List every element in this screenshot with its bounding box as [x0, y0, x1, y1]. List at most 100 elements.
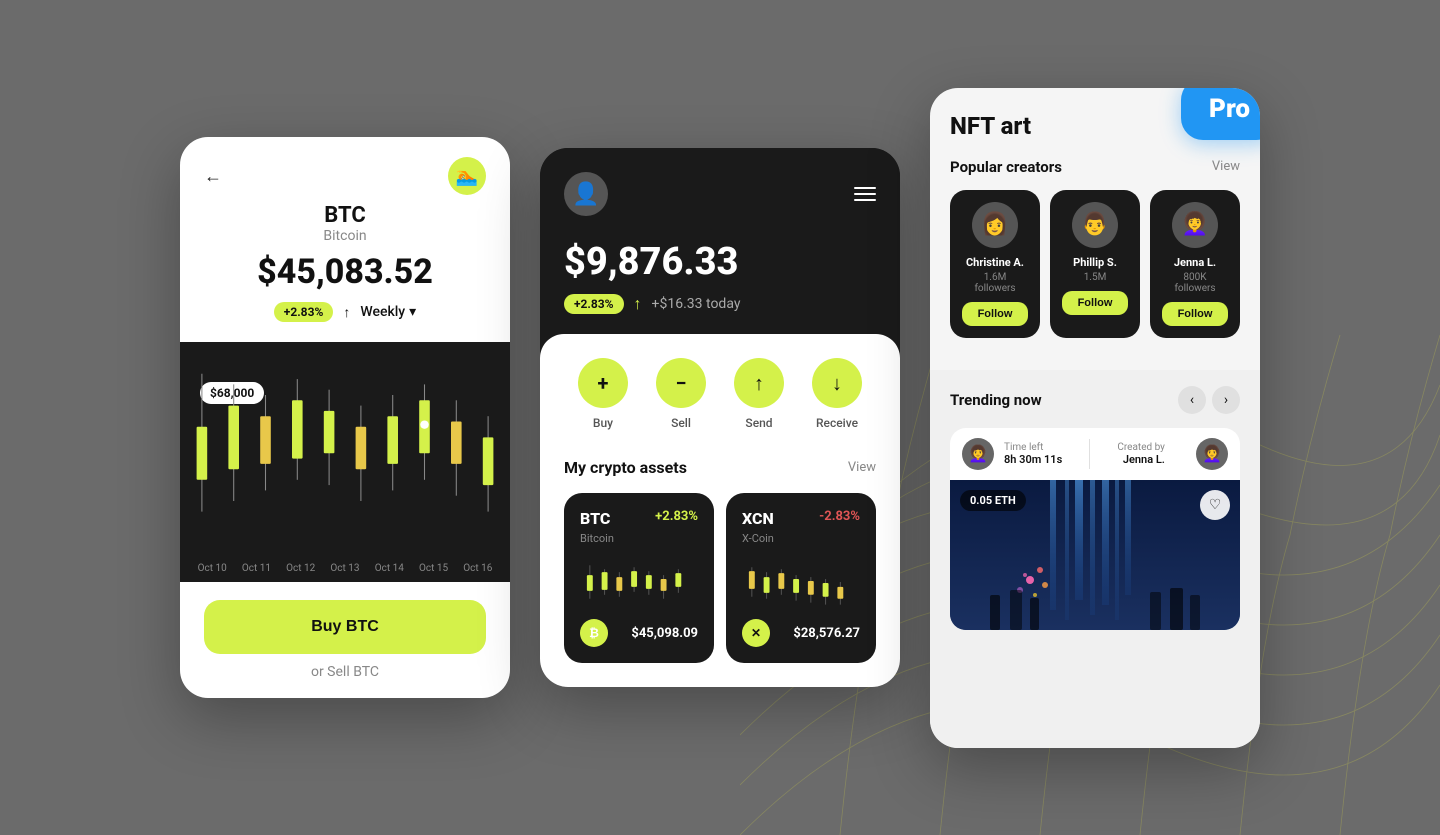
- trending-creator-avatar: 👩‍🦱: [962, 438, 994, 470]
- btc-coin-name: Bitcoin: [323, 228, 366, 244]
- nav-next-button[interactable]: ›: [1212, 386, 1240, 414]
- xcn-asset-icon: ✕: [742, 619, 770, 647]
- chart-label-oct12: Oct 12: [286, 563, 315, 574]
- btc-candlestick-chart: [180, 342, 510, 554]
- xcn-asset-name: X-Coin: [742, 532, 860, 545]
- assets-title: My crypto assets: [564, 458, 687, 477]
- chart-label-oct15: Oct 15: [419, 563, 448, 574]
- xcn-asset-card[interactable]: XCN -2.83% X-Coin: [726, 493, 876, 663]
- wallet-change-row: +2.83% ↑ +$16.33 today: [564, 294, 876, 314]
- chart-label-oct11: Oct 11: [242, 563, 271, 574]
- creator-followers-phillip: 1.5M: [1084, 272, 1107, 283]
- send-action-button[interactable]: ↑ Send: [734, 358, 784, 430]
- assets-header: My crypto assets View: [564, 458, 876, 477]
- trending-nft-image: 0.05 ETH ♡: [950, 480, 1240, 630]
- btc-arrow-up: ↑: [343, 304, 350, 321]
- receive-icon-circle: ↓: [812, 358, 862, 408]
- trending-meta-left: 👩‍🦱 Time left 8h 30m 11s: [962, 438, 1062, 470]
- creator-name-phillip: Phillip S.: [1073, 256, 1117, 269]
- btc-period-selector[interactable]: Weekly ▾: [360, 304, 416, 320]
- trending-creator-name: Jenna L.: [1123, 453, 1165, 466]
- xcn-asset-symbol: XCN: [742, 509, 774, 528]
- btc-price: $45,083.52: [257, 252, 433, 292]
- sell-btc-link[interactable]: or Sell BTC: [311, 664, 379, 680]
- trending-card[interactable]: 👩‍🦱 Time left 8h 30m 11s Created by Jenn…: [950, 428, 1240, 630]
- sell-icon-circle: −: [656, 358, 706, 408]
- wallet-arrow-icon: ↑: [634, 294, 642, 314]
- btc-asset-name: Bitcoin: [580, 532, 698, 545]
- xcn-asset-footer: ✕ $28,576.27: [742, 619, 860, 647]
- wallet-user-avatar: 👤: [564, 172, 608, 216]
- trending-section: Trending now ‹ › 👩‍🦱 Time left 8h 30m 11…: [930, 370, 1260, 748]
- wallet-balance: $9,876.33: [564, 240, 876, 284]
- menu-line-1: [854, 187, 876, 189]
- btc-coin-symbol: BTC: [324, 203, 365, 228]
- btc-chart-area: $68,000: [180, 342, 510, 582]
- action-buttons-row: + Buy − Sell ↑ Send ↓ Receive: [564, 358, 876, 430]
- creator-card-jenna: 👩‍🦱 Jenna L. 800K followers Follow: [1150, 190, 1240, 338]
- wallet-header: 👤: [564, 172, 876, 216]
- xcn-asset-change: -2.83%: [819, 509, 860, 524]
- receive-action-label: Receive: [816, 416, 858, 430]
- eth-price-badge: 0.05 ETH: [960, 490, 1026, 511]
- popular-creators-view[interactable]: View: [1212, 159, 1240, 174]
- btc-asset-icon: ₿: [580, 619, 608, 647]
- creators-row: 👩 Christine A. 1.6M followers Follow 👨 P…: [950, 190, 1240, 338]
- buy-icon-circle: +: [578, 358, 628, 408]
- wallet-change-text: +$16.33 today: [652, 296, 741, 312]
- sell-action-button[interactable]: − Sell: [656, 358, 706, 430]
- menu-button[interactable]: [854, 187, 876, 201]
- follow-button-jenna[interactable]: Follow: [1162, 302, 1228, 326]
- nft-card: Pro NFT art Popular creators View 👩 Chri…: [930, 88, 1260, 748]
- btc-asset-header: BTC +2.83%: [580, 509, 698, 528]
- chart-label-oct10: Oct 10: [198, 563, 227, 574]
- wallet-top-section: 👤 $9,876.33 +2.83% ↑ +$16.33 today: [540, 148, 900, 334]
- trending-time-label: Time left: [1004, 442, 1062, 453]
- cards-container: ← 🏊 BTC Bitcoin $45,083.52 +2.83% ↑ Week…: [180, 88, 1260, 748]
- btc-bottom-section: Buy BTC or Sell BTC: [180, 582, 510, 698]
- trending-time-value: 8h 30m 11s: [1004, 453, 1062, 466]
- trending-meta-row: 👩‍🦱 Time left 8h 30m 11s Created by Jenn…: [950, 428, 1240, 480]
- creator-card-christine: 👩 Christine A. 1.6M followers Follow: [950, 190, 1040, 338]
- pro-badge: Pro: [1181, 88, 1260, 140]
- chart-label-oct13: Oct 13: [330, 563, 359, 574]
- assets-grid: BTC +2.83% Bitcoin: [564, 493, 876, 663]
- btc-asset-price: $45,098.09: [631, 626, 698, 641]
- btc-detail-card: ← 🏊 BTC Bitcoin $45,083.52 +2.83% ↑ Week…: [180, 137, 510, 698]
- menu-line-2: [854, 193, 876, 195]
- xcn-asset-header: XCN -2.83%: [742, 509, 860, 528]
- popular-creators-title: Popular creators: [950, 158, 1062, 176]
- trending-time-info: Time left 8h 30m 11s: [1004, 442, 1062, 466]
- btc-asset-footer: ₿ $45,098.09: [580, 619, 698, 647]
- creator-avatar-phillip: 👨: [1072, 202, 1118, 248]
- chart-x-labels: Oct 10 Oct 11 Oct 12 Oct 13 Oct 14 Oct 1…: [180, 563, 510, 574]
- chart-label-oct16: Oct 16: [463, 563, 492, 574]
- creator-name-jenna: Jenna L.: [1174, 256, 1216, 269]
- receive-action-button[interactable]: ↓ Receive: [812, 358, 862, 430]
- follow-button-phillip[interactable]: Follow: [1062, 291, 1128, 315]
- send-action-label: Send: [745, 416, 772, 430]
- assets-view-link[interactable]: View: [848, 460, 876, 475]
- nav-prev-button[interactable]: ‹: [1178, 386, 1206, 414]
- trending-creator-avatar-right: 👩‍🦱: [1196, 438, 1228, 470]
- sell-action-label: Sell: [671, 416, 691, 430]
- creator-followers-jenna: 800K followers: [1162, 272, 1228, 294]
- btc-asset-symbol: BTC: [580, 509, 610, 528]
- buy-btc-button[interactable]: Buy BTC: [204, 600, 486, 654]
- nav-arrows: ‹ ›: [1178, 386, 1240, 414]
- back-button[interactable]: ←: [204, 166, 222, 187]
- heart-button[interactable]: ♡: [1200, 490, 1230, 520]
- buy-action-label: Buy: [593, 416, 613, 430]
- wallet-card: 👤 $9,876.33 +2.83% ↑ +$16.33 today + Buy: [540, 148, 900, 687]
- creator-name-christine: Christine A.: [966, 256, 1024, 269]
- buy-action-button[interactable]: + Buy: [578, 358, 628, 430]
- popular-creators-header: Popular creators View: [950, 158, 1240, 176]
- btc-change-badge: +2.83%: [274, 302, 334, 322]
- follow-button-christine[interactable]: Follow: [962, 302, 1028, 326]
- xcn-asset-price: $28,576.27: [793, 626, 860, 641]
- send-icon-circle: ↑: [734, 358, 784, 408]
- creator-avatar-christine: 👩: [972, 202, 1018, 248]
- btc-asset-card[interactable]: BTC +2.83% Bitcoin: [564, 493, 714, 663]
- btc-avatar: 🏊: [448, 157, 486, 195]
- creator-card-phillip: 👨 Phillip S. 1.5M Follow: [1050, 190, 1140, 338]
